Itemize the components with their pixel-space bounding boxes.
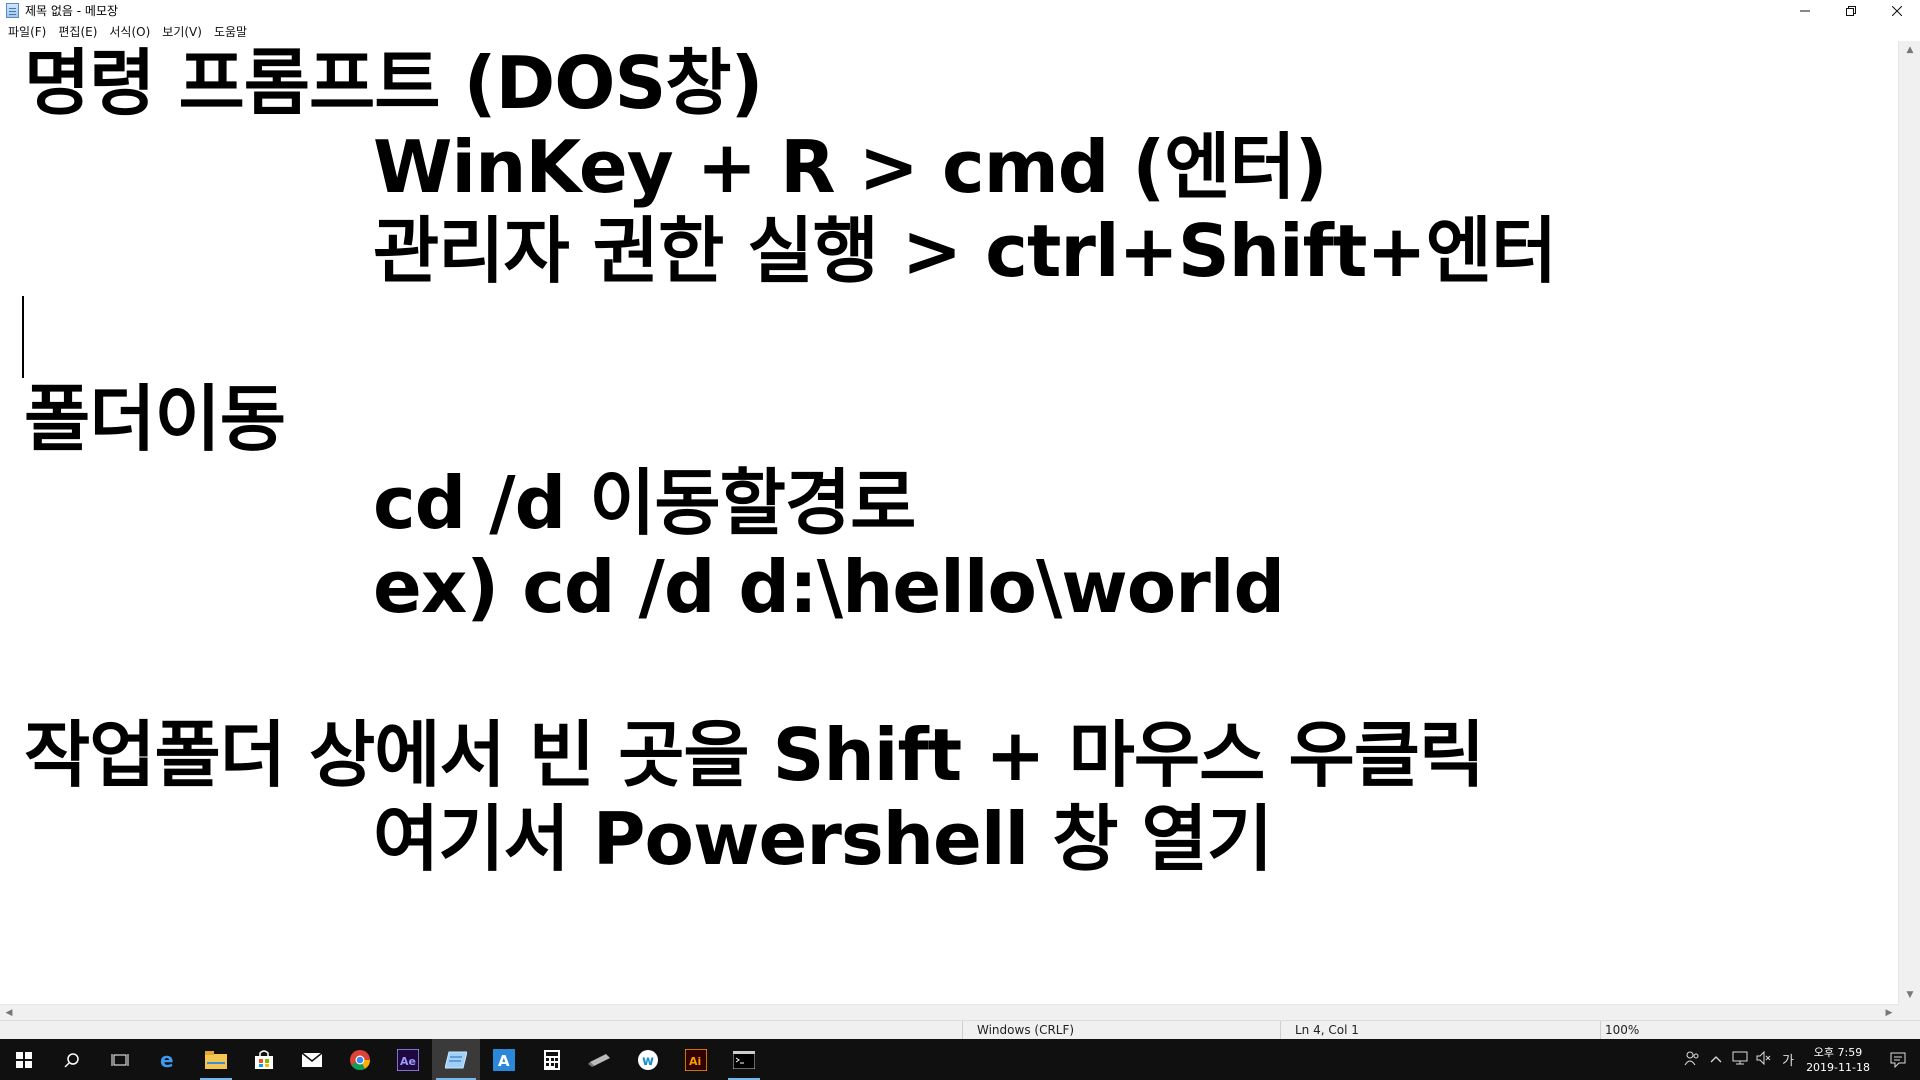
scrollbar-corner	[1898, 1004, 1920, 1020]
taskbar-notepad[interactable]	[432, 1039, 480, 1080]
scroll-right-icon[interactable]: ▶	[1880, 1005, 1898, 1021]
notepad-window: 제목 없음 - 메모장 파일(F) 편집(E) 서식(O) 보기(V) 도움말 …	[0, 0, 1920, 1080]
show-hidden-icons-icon[interactable]	[1704, 1052, 1728, 1067]
taskbar-store[interactable]	[240, 1039, 288, 1080]
menu-bar: 파일(F) 편집(E) 서식(O) 보기(V) 도움말	[0, 21, 1920, 41]
start-icon	[16, 1051, 32, 1068]
system-tray: 가 오후 7:59 2019-11-18	[1680, 1039, 1920, 1080]
text-line-6: cd /d 이동할경로	[373, 461, 916, 545]
text-editor[interactable]: 명령 프롬프트 (DOS창) WinKey + R > cmd (엔터) 관리자…	[0, 41, 1898, 1004]
taskbar-mail[interactable]	[288, 1039, 336, 1080]
restore-icon	[1846, 5, 1856, 16]
w-app-icon: w	[638, 1049, 658, 1070]
taskbar-file-explorer[interactable]	[192, 1039, 240, 1080]
notepad-icon	[6, 3, 19, 18]
notepad-icon	[445, 1051, 467, 1068]
status-encoding: Windows (CRLF)	[962, 1021, 1278, 1040]
status-zoom: 100%	[1600, 1021, 1920, 1040]
people-icon[interactable]	[1680, 1050, 1704, 1070]
minimize-button[interactable]	[1782, 0, 1828, 21]
clock-time: 오후 7:59	[1813, 1045, 1863, 1059]
search-icon	[64, 1052, 79, 1068]
menu-file[interactable]: 파일(F)	[2, 23, 52, 40]
network-icon[interactable]	[1728, 1051, 1752, 1069]
svg-text:w: w	[642, 1054, 654, 1069]
taskbar-app-a[interactable]: A	[480, 1039, 528, 1080]
text-caret	[22, 296, 24, 378]
start-button[interactable]	[0, 1039, 48, 1080]
horizontal-scrollbar[interactable]: ◀ ▶	[0, 1004, 1898, 1020]
taskbar-calculator[interactable]	[528, 1039, 576, 1080]
task-view-button[interactable]	[96, 1039, 144, 1080]
action-center-button[interactable]	[1876, 1039, 1920, 1080]
taskbar-pen-tablet[interactable]	[576, 1039, 624, 1080]
ime-indicator[interactable]: 가	[1776, 1050, 1800, 1069]
window-controls	[1782, 0, 1920, 21]
vertical-scrollbar[interactable]: ▲ ▼	[1898, 41, 1920, 1004]
title-bar[interactable]: 제목 없음 - 메모장	[0, 0, 1920, 21]
restore-button[interactable]	[1828, 0, 1874, 21]
scroll-up-icon[interactable]: ▲	[1899, 41, 1920, 59]
text-line-3: 관리자 권한 실행 > ctrl+Shift+엔터	[373, 209, 1557, 293]
edge-icon: e	[160, 1049, 174, 1071]
search-button[interactable]	[48, 1039, 96, 1080]
taskbar: e Ae A w Ai 가 오후 7:59 2019-11-18	[0, 1039, 1920, 1080]
svg-text:A: A	[498, 1052, 510, 1070]
mail-icon	[301, 1051, 323, 1067]
store-icon	[255, 1049, 273, 1069]
ms-store-a-icon: A	[493, 1048, 515, 1071]
taskbar-edge[interactable]: e	[144, 1039, 192, 1080]
text-line-10: 여기서 Powershell 창 열기	[373, 797, 1273, 881]
pen-tablet-icon	[588, 1053, 610, 1067]
calculator-icon	[544, 1049, 560, 1070]
command-prompt-icon	[733, 1050, 755, 1069]
notification-icon	[1890, 1052, 1906, 1068]
svg-text:Ai: Ai	[689, 1055, 701, 1068]
taskbar-command-prompt[interactable]	[720, 1039, 768, 1080]
taskbar-w-app[interactable]: w	[624, 1039, 672, 1080]
svg-text:e: e	[160, 1049, 174, 1071]
task-view-icon	[111, 1053, 129, 1066]
status-cursor-position: Ln 4, Col 1	[1280, 1021, 1598, 1040]
volume-muted-icon[interactable]	[1752, 1050, 1776, 1069]
text-line-1: 명령 프롬프트 (DOS창)	[24, 41, 763, 125]
text-line-7: ex) cd /d d:\hello\world	[373, 545, 1285, 629]
minimize-icon	[1800, 10, 1810, 11]
illustrator-icon: Ai	[685, 1048, 707, 1071]
menu-view[interactable]: 보기(V)	[156, 23, 208, 40]
menu-format[interactable]: 서식(O)	[103, 23, 156, 40]
close-icon	[1892, 5, 1902, 16]
close-button[interactable]	[1874, 0, 1920, 21]
svg-text:Ae: Ae	[400, 1055, 416, 1068]
taskbar-chrome[interactable]	[336, 1039, 384, 1080]
taskbar-illustrator[interactable]: Ai	[672, 1039, 720, 1080]
file-explorer-icon	[205, 1050, 227, 1069]
status-bar: Windows (CRLF) Ln 4, Col 1 100%	[0, 1020, 1920, 1040]
text-line-9: 작업폴더 상에서 빈 곳을 Shift + 마우스 우클릭	[24, 713, 1485, 797]
taskbar-after-effects[interactable]: Ae	[384, 1039, 432, 1080]
menu-edit[interactable]: 편집(E)	[52, 23, 103, 40]
text-line-5: 폴더이동	[24, 377, 286, 461]
chrome-icon	[350, 1049, 371, 1070]
after-effects-icon: Ae	[397, 1048, 419, 1071]
clock-date: 2019-11-18	[1806, 1060, 1870, 1074]
scroll-left-icon[interactable]: ◀	[0, 1005, 18, 1021]
scroll-down-icon[interactable]: ▼	[1899, 986, 1920, 1004]
text-line-2: WinKey + R > cmd (엔터)	[373, 125, 1328, 209]
window-title: 제목 없음 - 메모장	[25, 4, 119, 18]
clock[interactable]: 오후 7:59 2019-11-18	[1806, 1045, 1870, 1075]
menu-help[interactable]: 도움말	[208, 23, 253, 40]
